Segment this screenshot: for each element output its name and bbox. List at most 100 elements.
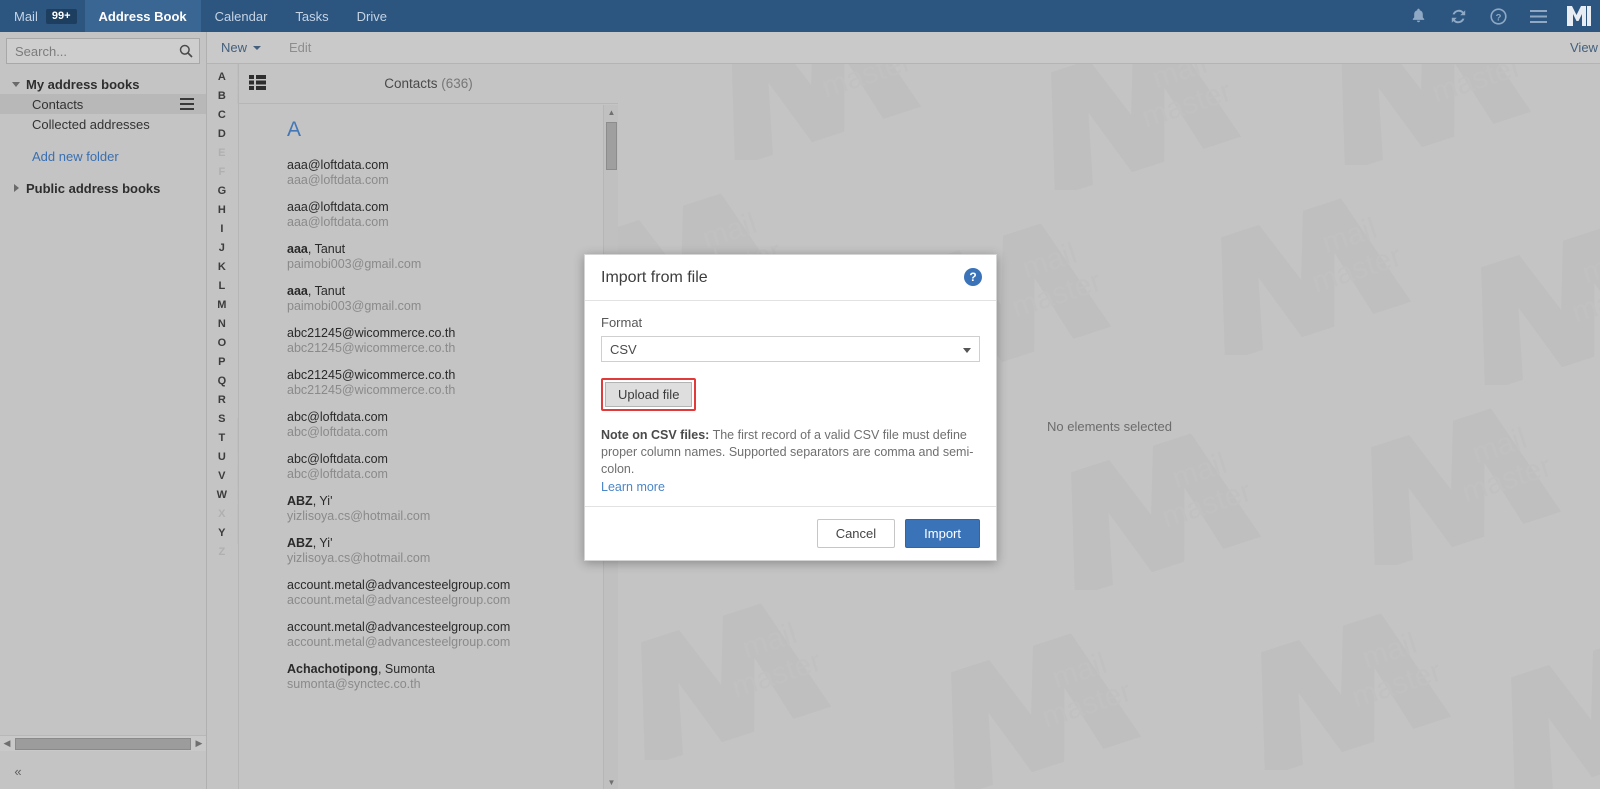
edit-button-label: Edit bbox=[289, 40, 312, 55]
contact-email: abc21245@wicommerce.co.th bbox=[287, 341, 456, 355]
chevron-down-icon[interactable] bbox=[6, 81, 26, 87]
new-button[interactable]: New bbox=[207, 32, 275, 64]
nav-item-address-book[interactable]: Address Book bbox=[84, 0, 201, 32]
contact-list-item[interactable]: ABZ, Yi' yizlisoya.cs@hotmail.com bbox=[239, 488, 618, 530]
nav-item-mail[interactable]: Mail 99+ bbox=[0, 0, 85, 32]
alpha-index-p[interactable]: P bbox=[218, 353, 226, 372]
search-input[interactable] bbox=[7, 39, 199, 63]
contacts-scrollbar-thumb[interactable] bbox=[606, 122, 617, 170]
contact-name: abc@loftdata.com bbox=[287, 452, 388, 466]
contact-name: abc21245@wicommerce.co.th bbox=[287, 368, 456, 382]
alpha-index-n[interactable]: N bbox=[218, 315, 226, 334]
alpha-index-k[interactable]: K bbox=[218, 258, 226, 277]
alpha-index-i[interactable]: I bbox=[220, 220, 223, 239]
alpha-index-j[interactable]: J bbox=[219, 239, 225, 258]
scrollbar-thumb[interactable] bbox=[15, 737, 191, 750]
edit-button[interactable]: Edit bbox=[275, 32, 325, 64]
alpha-index-z: Z bbox=[218, 546, 226, 558]
alpha-index-h[interactable]: H bbox=[218, 201, 226, 220]
list-view-toggle-icon[interactable] bbox=[249, 75, 266, 90]
alpha-index-u[interactable]: U bbox=[218, 448, 226, 467]
contact-name: Achachotipong, Sumonta bbox=[287, 662, 618, 677]
format-select-value: CSV bbox=[610, 341, 637, 357]
contact-name: aaa@loftdata.com bbox=[287, 158, 389, 172]
nav-item-drive[interactable]: Drive bbox=[343, 0, 401, 32]
contact-name: abc@loftdata.com bbox=[287, 410, 388, 424]
contact-name: aaa@loftdata.com bbox=[287, 200, 389, 214]
nav-item-mail-label: Mail bbox=[14, 8, 38, 24]
alpha-index-q[interactable]: Q bbox=[218, 372, 227, 391]
sidebar-horizontal-scrollbar[interactable]: ◀ ▶ bbox=[0, 735, 206, 751]
sidebar-item-contacts[interactable]: Contacts bbox=[0, 94, 206, 114]
alpha-index-w[interactable]: W bbox=[217, 486, 228, 505]
contacts-folder-menu-icon[interactable] bbox=[180, 98, 194, 110]
dialog-help-icon[interactable]: ? bbox=[964, 268, 982, 286]
alpha-index-c[interactable]: C bbox=[218, 106, 226, 125]
scroll-left-icon[interactable]: ◀ bbox=[0, 736, 14, 752]
contact-list-item[interactable]: abc21245@wicommerce.co.th abc21245@wicomm… bbox=[239, 320, 618, 362]
contact-name: abc21245@wicommerce.co.th bbox=[287, 326, 456, 340]
app-root: mail master mail master mail master mail… bbox=[0, 0, 1600, 789]
upload-file-button[interactable]: Upload file bbox=[605, 382, 693, 407]
collapse-sidebar-button[interactable]: « bbox=[8, 761, 28, 781]
hamburger-menu-icon[interactable] bbox=[1518, 0, 1558, 32]
cancel-button[interactable]: Cancel bbox=[816, 519, 896, 548]
contact-list-item[interactable]: abc21245@wicommerce.co.th abc21245@wicomm… bbox=[239, 362, 618, 404]
alpha-index-o[interactable]: O bbox=[218, 334, 227, 353]
alpha-index-l[interactable]: L bbox=[218, 277, 225, 296]
view-button[interactable]: View bbox=[1570, 40, 1600, 55]
contact-list-item[interactable]: Achachotipong, Sumonta sumonta@synctec.co… bbox=[239, 656, 618, 698]
contact-list-item[interactable]: abc@loftdata.com abc@loftdata.com bbox=[239, 404, 618, 446]
dialog-body: Format CSV Upload file Note on CSV files… bbox=[585, 301, 996, 506]
alpha-index-b[interactable]: B bbox=[218, 87, 226, 106]
contact-list-item[interactable]: aaa@loftdata.com aaa@loftdata.com bbox=[239, 194, 618, 236]
alpha-index-e: E bbox=[218, 147, 226, 159]
scroll-down-icon[interactable]: ▼ bbox=[604, 775, 619, 789]
nav-item-calendar[interactable]: Calendar bbox=[201, 0, 282, 32]
contact-list-item[interactable]: account.metal@advancesteelgroup.com accou… bbox=[239, 572, 618, 614]
tree-spacer-2 bbox=[0, 166, 206, 178]
view-button-label: View bbox=[1570, 40, 1598, 55]
contact-list-item[interactable]: account.metal@advancesteelgroup.com accou… bbox=[239, 614, 618, 656]
format-field-label: Format bbox=[601, 315, 643, 330]
search-box[interactable] bbox=[6, 38, 200, 64]
scroll-up-icon[interactable]: ▲ bbox=[604, 105, 619, 119]
contact-name: account.metal@advancesteelgroup.com bbox=[287, 620, 511, 634]
help-icon[interactable]: ? bbox=[1478, 0, 1518, 32]
sidebar-item-collected-addresses[interactable]: Collected addresses bbox=[0, 114, 206, 134]
bell-icon[interactable] bbox=[1398, 0, 1438, 32]
learn-more-link[interactable]: Learn more bbox=[601, 480, 665, 494]
contact-list-item[interactable]: aaa@loftdata.com aaa@loftdata.com bbox=[239, 152, 618, 194]
add-new-folder-link[interactable]: Add new folder bbox=[0, 146, 206, 166]
alpha-index-a[interactable]: A bbox=[218, 68, 226, 87]
alpha-index-t[interactable]: T bbox=[218, 429, 225, 448]
import-button[interactable]: Import bbox=[905, 519, 980, 548]
help-glyph: ? bbox=[969, 270, 977, 284]
nav-item-tasks[interactable]: Tasks bbox=[281, 0, 342, 32]
format-select[interactable]: CSV bbox=[601, 336, 980, 362]
contacts-list[interactable]: A aaa@loftdata.com aaa@loftdata.com aaa@lo… bbox=[239, 104, 618, 789]
alpha-index-y[interactable]: Y bbox=[218, 524, 226, 543]
contact-name: ABZ, Yi' bbox=[287, 494, 618, 509]
tree-item-public-address-books[interactable]: Public address books bbox=[0, 178, 206, 198]
contact-list-item[interactable]: aaa, Tanut paimobi003@gmail.com bbox=[239, 278, 618, 320]
alpha-index-s[interactable]: S bbox=[218, 410, 226, 429]
tree-item-my-address-books[interactable]: My address books bbox=[0, 74, 206, 94]
scroll-right-icon[interactable]: ▶ bbox=[192, 736, 206, 752]
alpha-index-m[interactable]: M bbox=[217, 296, 226, 315]
contacts-group-letter: A bbox=[287, 118, 302, 141]
alpha-index-r[interactable]: R bbox=[218, 391, 226, 410]
contact-list-item[interactable]: aaa, Tanut paimobi003@gmail.com bbox=[239, 236, 618, 278]
contact-last-name: Achachotipong bbox=[287, 662, 378, 676]
chevron-right-icon[interactable] bbox=[6, 184, 26, 192]
alpha-index-v[interactable]: V bbox=[218, 467, 226, 486]
alpha-index-g[interactable]: G bbox=[218, 182, 227, 201]
contact-list-item[interactable]: abc@loftdata.com abc@loftdata.com bbox=[239, 446, 618, 488]
alpha-index-d[interactable]: D bbox=[218, 125, 226, 144]
contact-list-item[interactable]: ABZ, Yi' yizlisoya.cs@hotmail.com bbox=[239, 530, 618, 572]
contact-email: abc21245@wicommerce.co.th bbox=[287, 383, 456, 397]
nav-item-calendar-label: Calendar bbox=[214, 8, 268, 24]
search-icon[interactable] bbox=[177, 42, 195, 60]
refresh-icon[interactable] bbox=[1438, 0, 1478, 32]
